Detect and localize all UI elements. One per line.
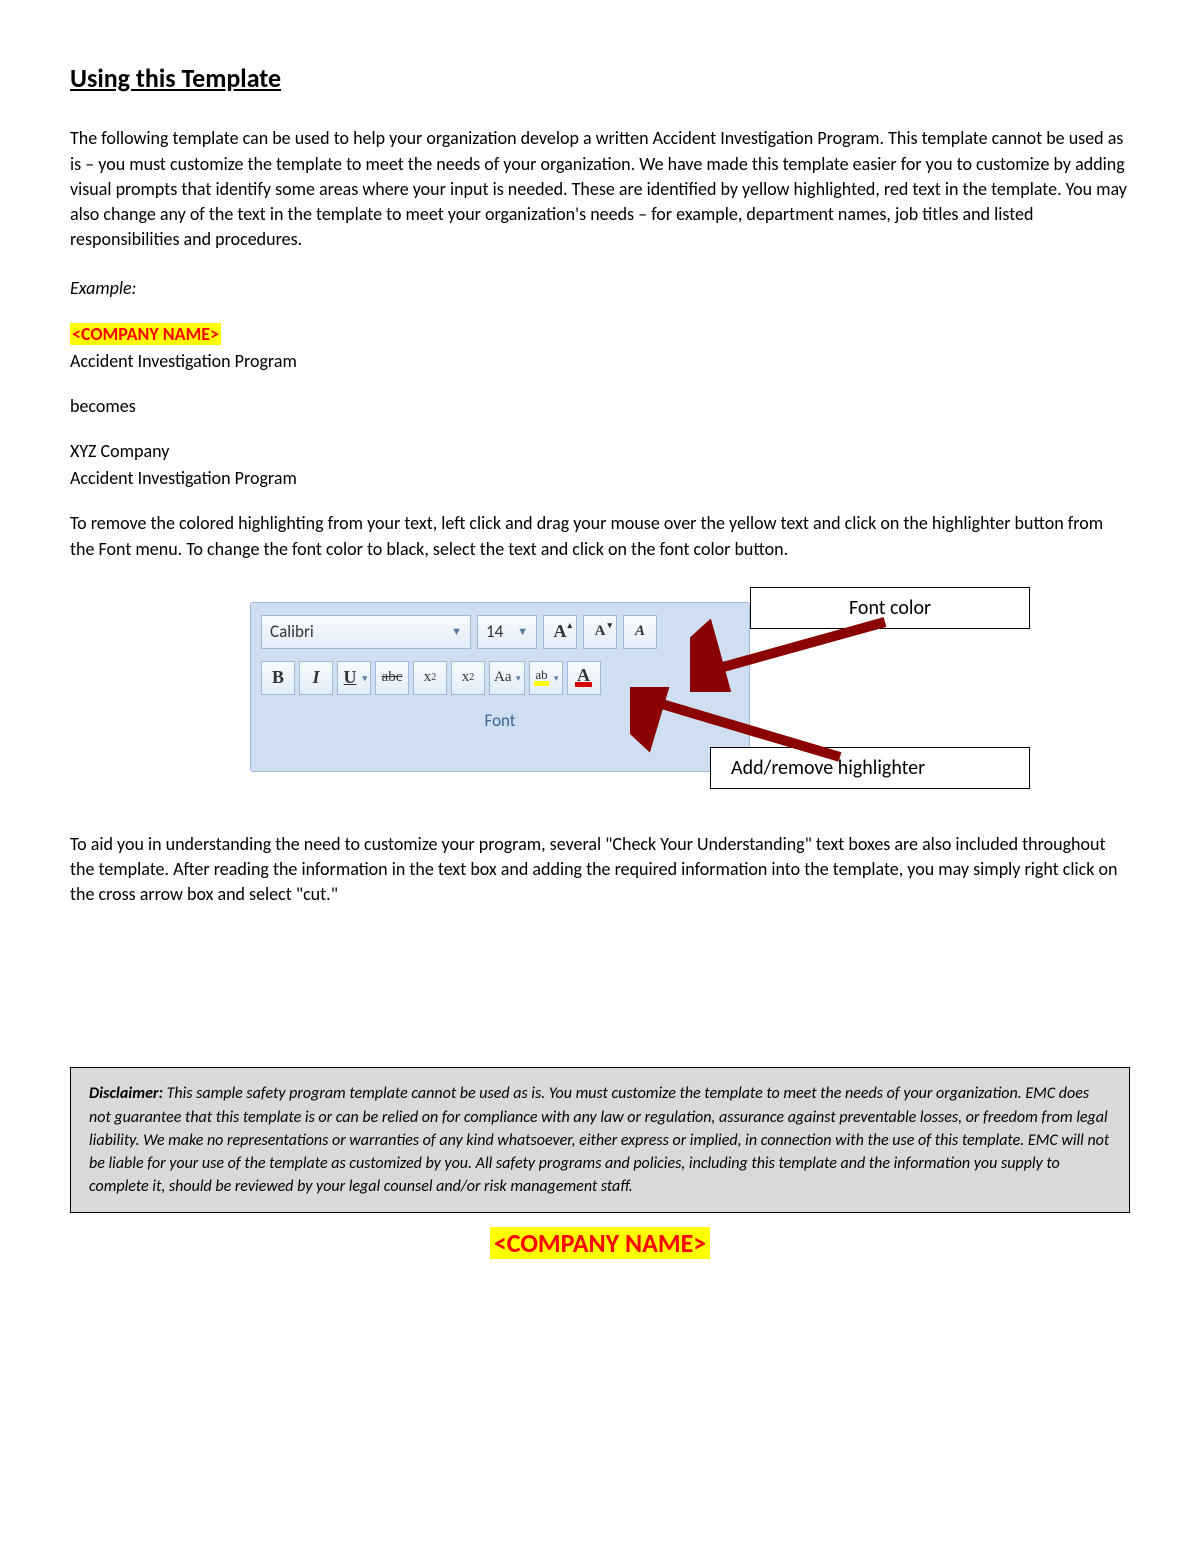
ribbon-illustration: Calibri▼ 14▼ A▴ A▾ A B I U abc x2 x2 Aa bbox=[70, 592, 1130, 792]
program-name-2: Accident Investigation Program bbox=[70, 466, 1130, 491]
disclaimer-box: Disclaimer: This sample safety program t… bbox=[70, 1067, 1130, 1213]
intro-paragraph: The following template can be used to he… bbox=[70, 126, 1130, 252]
xyz-company: XYZ Company bbox=[70, 439, 1130, 464]
page-title: Using this Template bbox=[70, 60, 1130, 96]
company-placeholder: <COMPANY NAME> bbox=[70, 323, 221, 345]
font-size-value: 14 bbox=[486, 620, 503, 644]
subscript-button[interactable]: x2 bbox=[413, 661, 447, 695]
arrow-to-font-color bbox=[690, 612, 890, 692]
arrow-to-highlighter bbox=[630, 687, 850, 767]
highlighter-button[interactable]: ab bbox=[529, 661, 563, 695]
clear-formatting-button[interactable]: A bbox=[623, 615, 657, 649]
disclaimer-text: This sample safety program template cann… bbox=[89, 1084, 1109, 1196]
underline-button[interactable]: U bbox=[337, 661, 371, 695]
bold-button[interactable]: B bbox=[261, 661, 295, 695]
highlighter-icon: ab bbox=[534, 669, 548, 686]
disclaimer-label: Disclaimer: bbox=[89, 1084, 163, 1103]
shrink-font-button[interactable]: A▾ bbox=[583, 615, 617, 649]
strikethrough-button[interactable]: abc bbox=[375, 661, 409, 695]
superscript-button[interactable]: x2 bbox=[451, 661, 485, 695]
font-color-button[interactable]: A bbox=[567, 661, 601, 695]
font-color-icon: A bbox=[575, 668, 592, 687]
understanding-paragraph: To aid you in understanding the need to … bbox=[70, 832, 1130, 908]
becomes-text: becomes bbox=[70, 394, 1130, 419]
font-name-value: Calibri bbox=[270, 620, 314, 644]
example-label: Example: bbox=[70, 276, 1130, 301]
highlight-instructions: To remove the colored highlighting from … bbox=[70, 511, 1130, 561]
program-name-1: Accident Investigation Program bbox=[70, 349, 1130, 374]
italic-button[interactable]: I bbox=[299, 661, 333, 695]
change-case-button[interactable]: Aa bbox=[489, 661, 525, 695]
font-size-combo[interactable]: 14▼ bbox=[477, 615, 537, 649]
footer-company-placeholder: <COMPANY NAME> bbox=[70, 1225, 1130, 1261]
font-name-combo[interactable]: Calibri▼ bbox=[261, 615, 471, 649]
grow-font-button[interactable]: A▴ bbox=[543, 615, 577, 649]
